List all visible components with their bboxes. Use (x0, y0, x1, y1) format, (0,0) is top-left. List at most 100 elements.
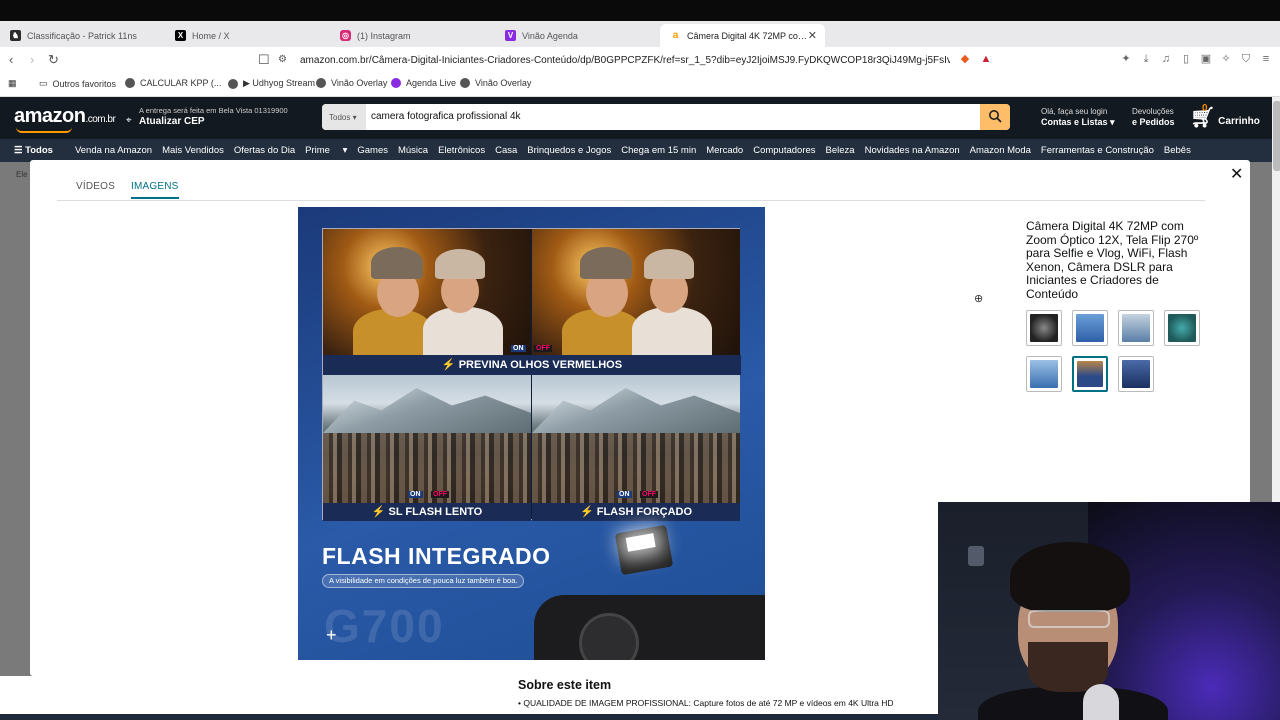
nav-item[interactable]: Mercado (706, 145, 743, 156)
back-button[interactable]: ‹ (9, 52, 13, 67)
amazon-header: amazon.com.br ⌖ A entrega será feita em … (0, 97, 1272, 139)
leo-icon[interactable]: ✧ (1220, 53, 1232, 65)
eye-flash-icon: ⚡ (441, 359, 456, 371)
nav-item[interactable]: Bebês (1164, 145, 1191, 156)
thumbnail-image (1168, 314, 1196, 342)
tab-home-x[interactable]: X Home / X (165, 24, 330, 47)
search-button[interactable] (980, 104, 1010, 130)
bookmark-outros-favoritos[interactable]: ▭ Outros favoritos (39, 78, 116, 89)
banner-text: PREVINA OLHOS VERMELHOS (458, 359, 623, 371)
town-shape (323, 433, 531, 503)
delivery-line2: Atualizar CEP (139, 116, 205, 127)
forward-button[interactable]: › (30, 52, 34, 67)
flash-icon: ⚡ (579, 506, 594, 518)
tab-images[interactable]: IMAGENS (131, 181, 179, 199)
bookmark-label: Vinão Overlay (475, 78, 532, 88)
download-icon[interactable]: ⤓ (1140, 53, 1152, 65)
nav-item[interactable]: Brinquedos e Jogos (527, 145, 611, 156)
tab-classificacao[interactable]: ♞ Classificação - Patrick 11ns (0, 24, 165, 47)
bookmark-udhyog-stream[interactable]: ▶ Udhyog Stream (228, 78, 315, 89)
url-field[interactable]: ⚙ amazon.com.br/Câmera-Digital-Iniciante… (278, 50, 998, 70)
bookmark-label: Vinão Overlay (331, 78, 388, 88)
brave-rewards-icon[interactable]: ▲ (980, 53, 992, 65)
bookmark-vinao-overlay[interactable]: Vinão Overlay (316, 78, 387, 88)
on-label: ON (617, 491, 632, 498)
bookmark-icon[interactable]: ☐ (258, 52, 270, 68)
thumbnail-selected[interactable] (1072, 356, 1108, 392)
nav-item[interactable]: Beleza (826, 145, 855, 156)
vpn-icon[interactable]: ⛉ (1240, 53, 1252, 65)
tab-vinao-agenda[interactable]: V Vinão Agenda (495, 24, 660, 47)
thumbnail[interactable] (1164, 310, 1200, 346)
logo-domain: .com.br (85, 114, 116, 125)
product-main-image[interactable]: ON OFF ⚡ PREVINA OLHOS VERMELHOS ON OFF … (298, 207, 765, 660)
thumbnail[interactable] (1026, 310, 1062, 346)
tab-amazon-camera[interactable]: a Câmera Digital 4K 72MP com Zo ✕ (660, 24, 825, 47)
tab-instagram[interactable]: ◎ (1) Instagram (330, 24, 495, 47)
apps-icon[interactable]: ▦ (8, 78, 17, 89)
search-icon (989, 110, 1002, 123)
brave-shield-icon[interactable]: ◆ (959, 53, 971, 65)
off-label: OFF (640, 491, 658, 498)
tab-label: Home / X (192, 30, 230, 41)
nav-item[interactable]: Casa (495, 145, 517, 156)
nav-item[interactable]: Games (357, 145, 388, 156)
off-label: OFF (431, 491, 449, 498)
search-category-select[interactable]: Todos ▾ (322, 104, 366, 130)
nav-item[interactable]: Ofertas do Dia (234, 145, 295, 156)
account-line2: Contas e Listas (1041, 117, 1108, 127)
reload-button[interactable]: ↻ (48, 52, 59, 68)
nav-item[interactable]: Música (398, 145, 428, 156)
globe-icon (316, 78, 326, 88)
extensions-icon[interactable]: ✦ (1120, 53, 1132, 65)
hat-shape (644, 249, 694, 279)
webcam-lamp (968, 546, 984, 566)
tab-label: (1) Instagram (357, 30, 411, 41)
tab-divider (57, 200, 1205, 201)
url-text: amazon.com.br/Câmera-Digital-Iniciantes-… (300, 54, 950, 66)
bookmark-vinao-overlay-2[interactable]: Vinão Overlay (460, 78, 531, 88)
zoom-icon[interactable]: ⊕ (974, 292, 983, 305)
search-bar: Todos ▾ camera fotografica profissional … (322, 104, 1010, 130)
menu-icon[interactable]: ≡ (1260, 53, 1272, 65)
bookmark-agenda-live[interactable]: Agenda Live (391, 78, 456, 88)
bookmark-calcular-kpp[interactable]: CALCULAR KPP (... (125, 78, 221, 88)
bullet-item: • QUALIDADE DE IMAGEM PROFISSIONAL: Capt… (518, 698, 894, 708)
nav-item[interactable]: Eletrônicos (438, 145, 485, 156)
plus-icon: + (326, 625, 337, 645)
thumbnail[interactable] (1026, 356, 1062, 392)
mountain-shape (323, 388, 531, 433)
site-info-icon[interactable]: ⚙ (278, 54, 290, 66)
tab-videos[interactable]: VÍDEOS (76, 181, 115, 192)
scrollbar-thumb[interactable] (1273, 101, 1280, 171)
nav-item[interactable]: Chega em 15 min (621, 145, 696, 156)
nav-item[interactable]: Computadores (753, 145, 815, 156)
account-line1: Olá, faça seu login (1041, 107, 1108, 116)
slow-flash-banner: ⚡ SL FLASH LENTO (323, 503, 531, 521)
nav-all-menu[interactable]: ☰ Todos (14, 145, 63, 156)
nav-item[interactable]: Ferramentas e Construção (1041, 145, 1154, 156)
thumbnail[interactable] (1118, 310, 1154, 346)
delivery-location[interactable]: ⌖ A entrega será feita em Bela Vista 013… (126, 106, 288, 127)
banner-text: FLASH FORÇADO (596, 506, 693, 518)
nav-item[interactable]: Amazon Moda (970, 145, 1031, 156)
nav-item[interactable]: Mais Vendidos (162, 145, 224, 156)
account-menu[interactable]: Olá, faça seu login Contas e Listas ▾ (1041, 107, 1115, 127)
amazon-logo[interactable]: amazon.com.br (14, 105, 116, 133)
red-eye-banner: ⚡ PREVINA OLHOS VERMELHOS (323, 355, 741, 375)
thumbnail[interactable] (1072, 310, 1108, 346)
close-icon[interactable]: ✕ (808, 29, 817, 42)
thumbnail[interactable] (1118, 356, 1154, 392)
close-icon[interactable]: ✕ (1230, 164, 1243, 184)
media-icon[interactable]: ♫ (1160, 53, 1172, 65)
nav-item[interactable]: Venda na Amazon (75, 145, 152, 156)
nav-item-prime[interactable]: Prime ▾ (305, 145, 347, 156)
coat-shape (423, 307, 503, 357)
returns-orders[interactable]: Devoluções e Pedidos (1132, 107, 1175, 127)
search-input[interactable]: camera fotografica profissional 4k (371, 111, 521, 122)
wallet-icon[interactable]: ▣ (1200, 53, 1212, 65)
sidebar-icon[interactable]: ▯ (1180, 53, 1192, 65)
nav-item[interactable]: Novidades na Amazon (865, 145, 960, 156)
section-title: Sobre este item (518, 678, 612, 692)
cart-button[interactable]: 🛒︎ 0 Carrinho (1190, 103, 1260, 130)
